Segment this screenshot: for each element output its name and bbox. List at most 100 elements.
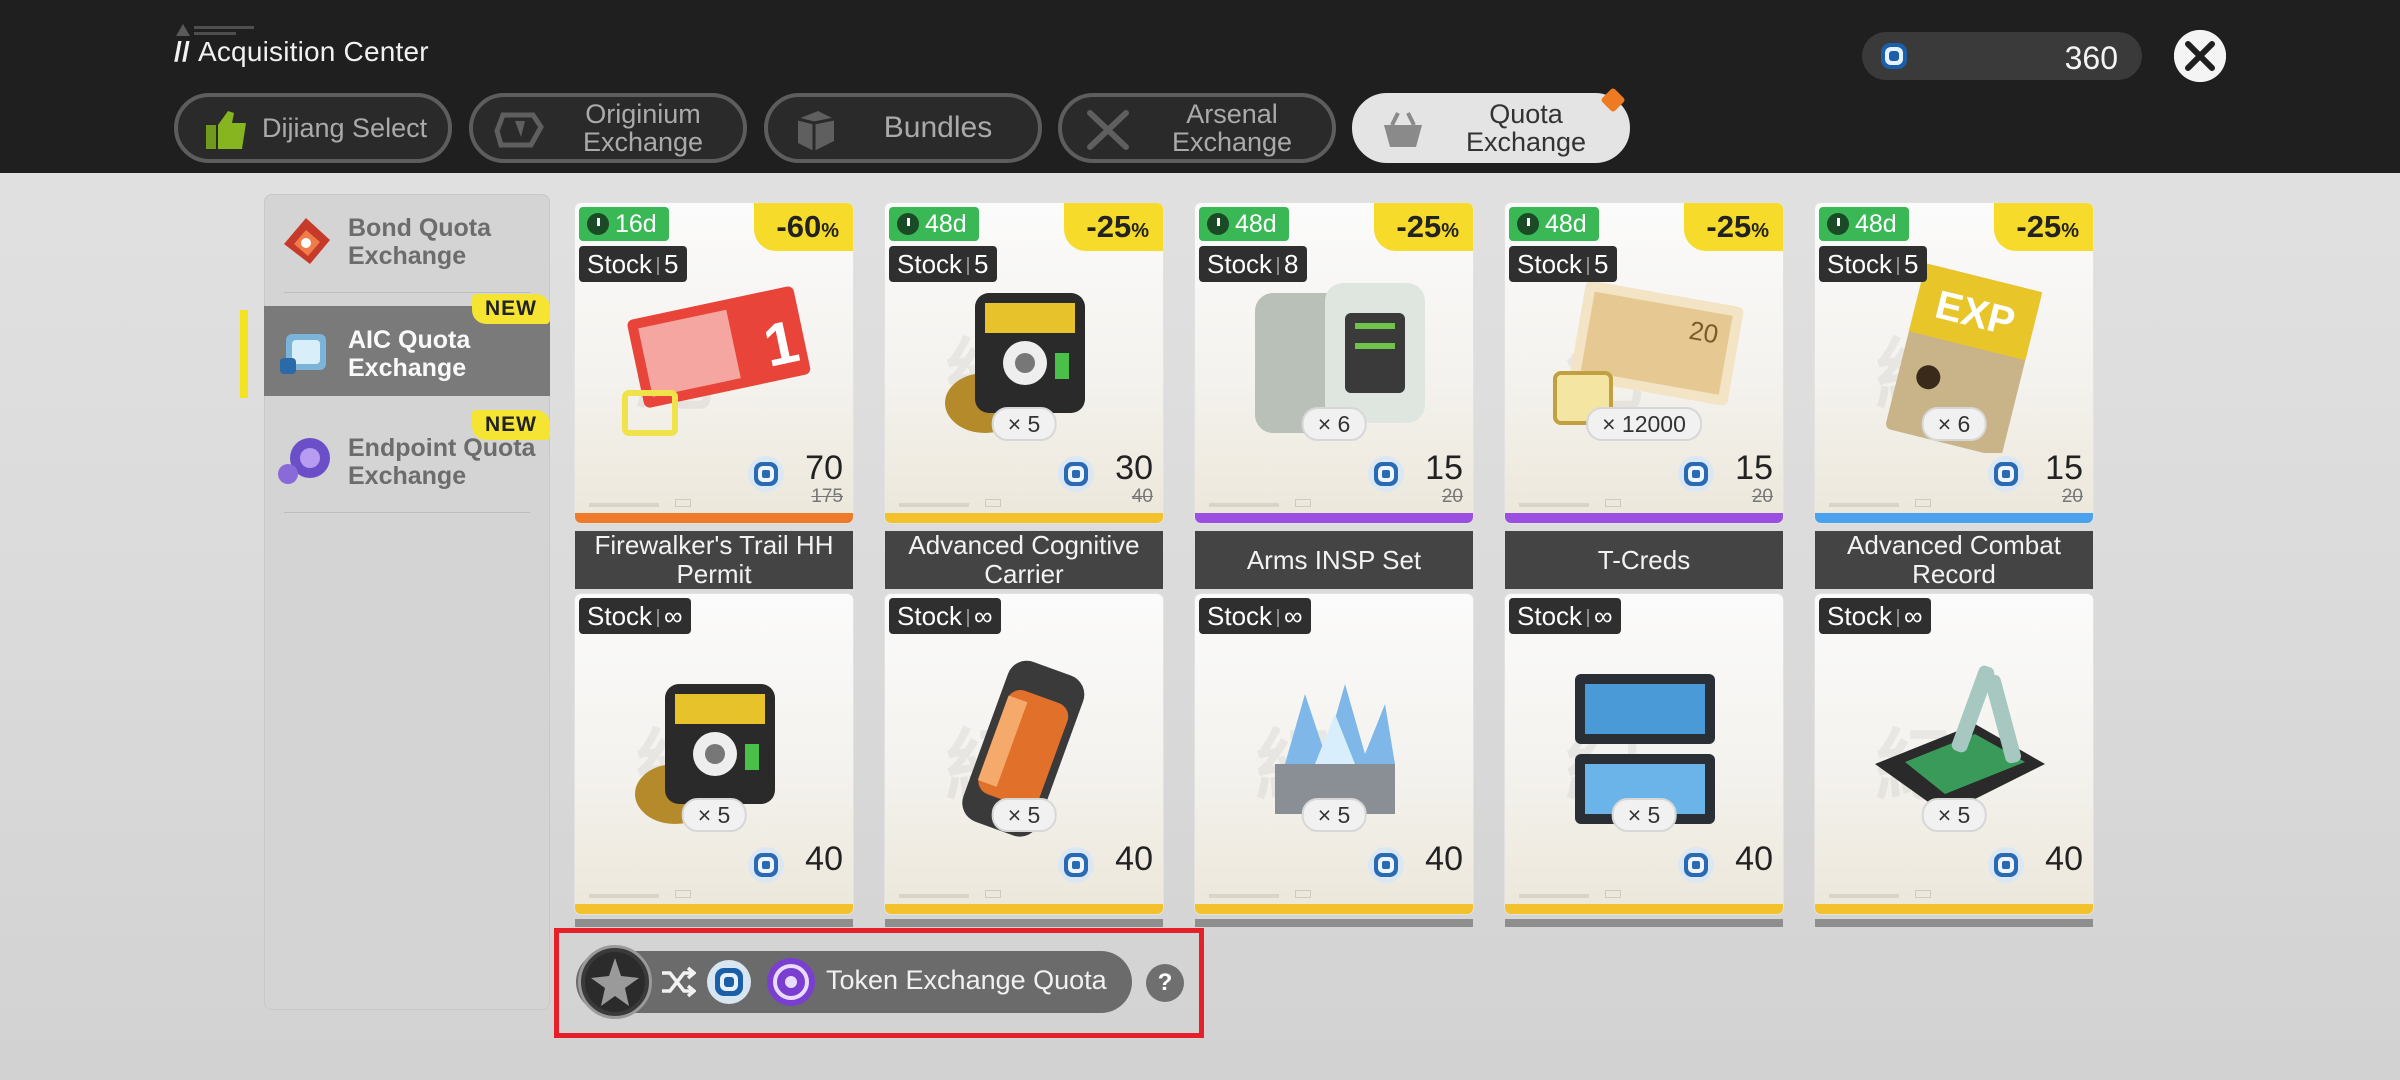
stock-badge: Stock ∞ bbox=[579, 598, 691, 634]
price: 40 bbox=[1313, 840, 1463, 883]
stock-badge: Stock 5 bbox=[1819, 246, 1927, 282]
card-footer-mark bbox=[1915, 890, 1931, 898]
card-footer-mark bbox=[1519, 503, 1589, 507]
time-remaining-badge: 48d bbox=[1819, 207, 1909, 241]
currency-value: 360 bbox=[2064, 40, 2118, 76]
bond-quota-icon bbox=[284, 218, 330, 264]
card-footer-mark bbox=[1209, 894, 1279, 898]
thumbs-up-icon bbox=[206, 111, 246, 149]
shop-item-card[interactable]: 紀48d-25%Stock8× 61520 bbox=[1195, 203, 1473, 523]
shop-item-card[interactable]: 紀2048d-25%Stock5× 120001520 bbox=[1505, 203, 1783, 523]
quota-coin-icon bbox=[748, 847, 784, 883]
price: 40 bbox=[693, 840, 843, 883]
top-bar: //Acquisition Center 360 Dijiang Select … bbox=[0, 0, 2400, 173]
item-name: Arms INSP Set bbox=[1195, 531, 1473, 589]
price: 15 20 bbox=[1313, 449, 1463, 507]
quantity-badge: × 5 bbox=[1301, 798, 1367, 832]
close-button[interactable] bbox=[2174, 30, 2226, 82]
quota-coin-icon bbox=[1988, 847, 2024, 883]
item-name: Advanced Cognitive Carrier bbox=[885, 531, 1163, 589]
quota-coin-icon bbox=[707, 960, 751, 1004]
card-footer-mark bbox=[1209, 503, 1279, 507]
price: 15 20 bbox=[1933, 449, 2083, 507]
crossed-swords-icon bbox=[1087, 110, 1129, 150]
quota-coin-icon bbox=[748, 456, 784, 492]
quantity-badge: × 5 bbox=[991, 798, 1057, 832]
card-footer-mark bbox=[1829, 503, 1899, 507]
item-name-strip bbox=[1195, 919, 1473, 927]
token-exchange-quota-button[interactable]: Token Exchange Quota bbox=[576, 945, 1132, 1019]
tab-dijiang-select[interactable]: Dijiang Select bbox=[174, 93, 452, 163]
rarity-bar bbox=[1815, 904, 2093, 914]
card-footer-mark bbox=[1605, 499, 1621, 507]
quantity-badge: × 6 bbox=[1301, 407, 1367, 441]
stock-badge: Stock ∞ bbox=[1509, 598, 1621, 634]
price: 15 20 bbox=[1623, 449, 1773, 507]
rarity-bar bbox=[885, 904, 1163, 914]
discount-badge: -60% bbox=[754, 203, 853, 251]
card-footer-mark bbox=[589, 503, 659, 507]
quota-coin-icon bbox=[1058, 847, 1094, 883]
quantity-badge: × 5 bbox=[681, 798, 747, 832]
quantity-badge: × 6 bbox=[1921, 407, 1987, 441]
shop-item-card[interactable]: 紀EXP48d-25%Stock5× 61520 bbox=[1815, 203, 2093, 523]
svg-text:20: 20 bbox=[1687, 315, 1721, 350]
price: 30 40 bbox=[1003, 449, 1153, 507]
shop-item-card[interactable]: 紀48d-25%Stock5× 53040 bbox=[885, 203, 1163, 523]
price: 40 bbox=[1003, 840, 1153, 883]
stock-badge: Stock 5 bbox=[1509, 246, 1617, 282]
time-remaining-badge: 48d bbox=[1509, 207, 1599, 241]
rarity-bar bbox=[1815, 513, 2093, 523]
stock-badge: Stock ∞ bbox=[1199, 598, 1311, 634]
price: 40 bbox=[1623, 840, 1773, 883]
close-icon bbox=[2174, 30, 2226, 82]
star-emblem-icon bbox=[585, 952, 645, 1012]
shop-item-card[interactable]: 紀Stock∞× 540 bbox=[1505, 594, 1783, 914]
new-badge: NEW bbox=[472, 294, 550, 324]
card-footer-mark bbox=[899, 894, 969, 898]
card-footer-mark bbox=[985, 499, 1001, 507]
shop-item-card[interactable]: 紀116d-60%Stock570175 bbox=[575, 203, 853, 523]
sidebar-item-endpoint-quota[interactable]: Endpoint Quota Exchange NEW bbox=[264, 410, 550, 504]
tab-arsenal-exchange[interactable]: Arsenal Exchange bbox=[1058, 93, 1336, 163]
card-footer-mark bbox=[1829, 894, 1899, 898]
rarity-bar bbox=[1195, 904, 1473, 914]
stock-badge: Stock 5 bbox=[889, 246, 997, 282]
sidebar-divider bbox=[284, 512, 530, 513]
sidebar: Bond Quota Exchange AIC Quota Exchange N… bbox=[264, 194, 550, 1010]
help-button[interactable]: ? bbox=[1146, 964, 1184, 1002]
sidebar-item-aic-quota[interactable]: AIC Quota Exchange NEW bbox=[264, 294, 550, 396]
tab-originium-exchange[interactable]: Originium Exchange bbox=[469, 93, 747, 163]
stock-badge: Stock ∞ bbox=[1819, 598, 1931, 634]
clock-icon bbox=[1827, 213, 1849, 235]
shop-item-card[interactable]: 紀Stock∞× 540 bbox=[885, 594, 1163, 914]
tab-bundles[interactable]: Bundles bbox=[764, 93, 1042, 163]
sidebar-item-bond-quota[interactable]: Bond Quota Exchange bbox=[264, 194, 550, 284]
sidebar-divider bbox=[284, 292, 530, 293]
avatar bbox=[578, 945, 652, 1019]
quantity-badge: × 5 bbox=[1611, 798, 1677, 832]
quota-coin-icon bbox=[1058, 456, 1094, 492]
card-footer-mark bbox=[1295, 499, 1311, 507]
sidebar-active-indicator bbox=[240, 310, 248, 398]
shop-item-card[interactable]: 紀Stock∞× 540 bbox=[575, 594, 853, 914]
endpoint-quota-icon bbox=[278, 438, 330, 484]
rarity-bar bbox=[575, 513, 853, 523]
time-remaining-badge: 48d bbox=[1199, 207, 1289, 241]
time-remaining-badge: 48d bbox=[889, 207, 979, 241]
rarity-bar bbox=[1505, 904, 1783, 914]
stock-badge: Stock ∞ bbox=[889, 598, 1001, 634]
item-name: Advanced Combat Record bbox=[1815, 531, 2093, 589]
rarity-bar bbox=[1195, 513, 1473, 523]
price: 40 bbox=[1933, 840, 2083, 883]
shuffle-icon bbox=[662, 966, 696, 998]
tab-quota-exchange[interactable]: Quota Exchange bbox=[1352, 87, 1630, 163]
card-footer-mark bbox=[899, 503, 969, 507]
shop-item-card[interactable]: 紀Stock∞× 540 bbox=[1195, 594, 1473, 914]
sidebar-item-label: Endpoint Quota Exchange bbox=[348, 434, 536, 490]
item-name: T-Creds bbox=[1505, 531, 1783, 589]
permit-ticket-icon: 1 bbox=[622, 286, 811, 436]
card-footer-mark bbox=[675, 890, 691, 898]
quota-coin-icon bbox=[1678, 456, 1714, 492]
shop-item-card[interactable]: 紀Stock∞× 540 bbox=[1815, 594, 2093, 914]
